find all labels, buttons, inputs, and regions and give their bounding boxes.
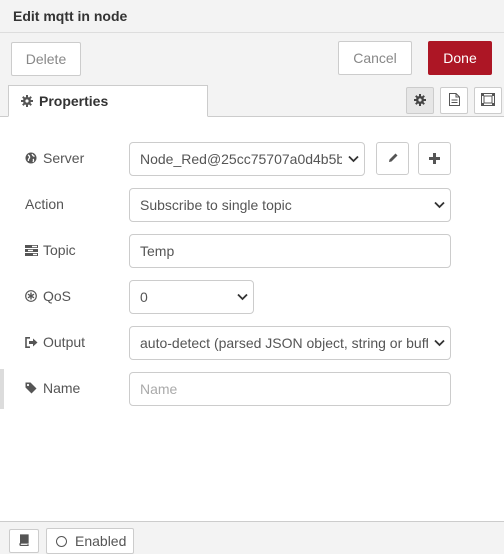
cancel-button[interactable]: Cancel — [338, 41, 412, 75]
radio-icon — [56, 535, 67, 547]
name-label: Name — [43, 380, 81, 396]
edit-node-tray: Edit mqtt in node Delete Cancel Done Pro… — [0, 0, 504, 554]
delete-button[interactable]: Delete — [11, 42, 81, 76]
name-input[interactable]: Name — [129, 372, 451, 406]
topic-label-row: Topic — [25, 242, 76, 258]
qos-label-row: QoS — [25, 288, 71, 304]
description-icon — [448, 92, 460, 109]
add-server-button[interactable] — [418, 142, 451, 175]
server-label: Server — [43, 150, 85, 166]
asterisk-icon — [25, 290, 39, 302]
edit-server-button[interactable] — [376, 142, 409, 175]
tray-footer: Enabled — [0, 521, 504, 554]
tasks-icon — [25, 244, 39, 256]
output-label-row: Output — [25, 334, 85, 350]
output-label: Output — [43, 334, 86, 350]
gear-icon — [414, 93, 426, 109]
name-label-row: Name — [25, 380, 80, 396]
book-icon — [18, 533, 30, 549]
tab-properties-label: Properties — [39, 93, 109, 109]
tray-title: Edit mqtt in node — [13, 8, 128, 24]
qos-label: QoS — [43, 288, 72, 304]
qos-select[interactable]: 0 — [129, 280, 254, 314]
output-select[interactable]: auto-detect (parsed JSON object, string … — [129, 326, 451, 360]
done-button[interactable]: Done — [428, 41, 492, 75]
properties-panel: Server Node_Red@25cc75707a0d4b5b Action … — [0, 117, 504, 521]
enabled-toggle[interactable]: Enabled — [46, 528, 134, 554]
globe-icon — [25, 152, 39, 164]
action-label: Action — [25, 196, 64, 212]
sign-out-icon — [25, 336, 39, 348]
action-select[interactable]: Subscribe to single topic — [129, 188, 451, 222]
appearance-icon — [481, 92, 495, 109]
resize-handle[interactable] — [0, 369, 4, 409]
tray-toolbar: Delete Cancel Done — [0, 33, 504, 85]
topic-label: Topic — [43, 242, 76, 258]
plus-icon — [429, 151, 440, 167]
gear-icon — [21, 95, 33, 107]
enabled-label: Enabled — [75, 533, 127, 549]
topic-input[interactable]: Temp — [129, 234, 451, 268]
server-label-row: Server — [25, 150, 84, 166]
tray-header: Edit mqtt in node — [0, 0, 504, 33]
tab-settings[interactable] — [406, 87, 434, 114]
server-select[interactable]: Node_Red@25cc75707a0d4b5b — [129, 142, 365, 176]
tabs-bar: Properties — [0, 85, 504, 117]
pencil-icon — [387, 151, 399, 167]
chevron-down-icon — [428, 201, 450, 209]
chevron-down-icon — [231, 293, 253, 301]
chevron-down-icon — [428, 339, 450, 347]
tab-appearance[interactable] — [474, 87, 502, 114]
action-label-row: Action — [25, 196, 64, 212]
tag-icon — [25, 382, 39, 394]
help-button[interactable] — [9, 529, 39, 553]
tab-description[interactable] — [440, 87, 468, 114]
tab-properties[interactable]: Properties — [8, 85, 208, 117]
chevron-down-icon — [342, 155, 364, 163]
